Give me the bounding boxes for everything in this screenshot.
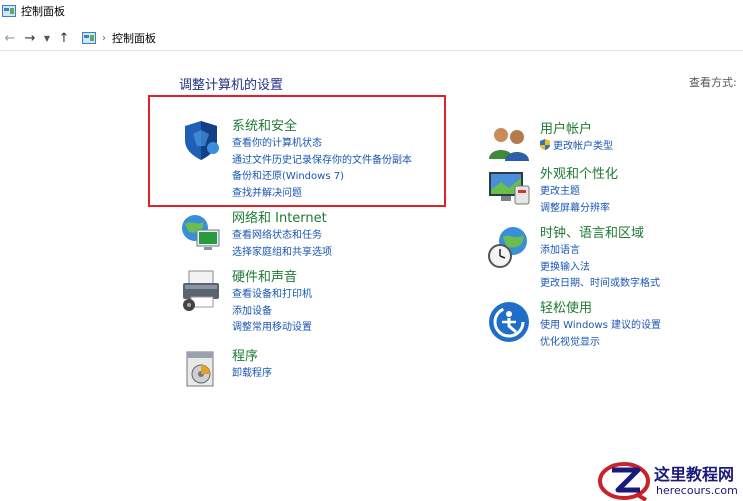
category-title[interactable]: 用户帐户 (540, 121, 613, 139)
category-link[interactable]: 更改主题 (540, 184, 618, 201)
page-title: 调整计算机的设置 (179, 78, 284, 93)
ease-of-access-icon[interactable] (487, 300, 531, 344)
category-title[interactable]: 程序 (232, 348, 272, 366)
category-link[interactable]: 卸载程序 (232, 366, 272, 383)
category-title[interactable]: 时钟、语言和区域 (540, 225, 660, 243)
category-link[interactable]: 使用 Windows 建议的设置 (540, 318, 661, 335)
back-arrow-icon[interactable]: ← (0, 28, 20, 48)
watermark: 这里教程网 herecours.com (596, 460, 743, 501)
view-by-label: 查看方式: (689, 76, 737, 89)
control-panel-icon (2, 5, 16, 17)
window-title: 控制面板 (21, 5, 65, 18)
watermark-url: herecours.com (656, 484, 738, 497)
uac-shield-icon (540, 139, 550, 150)
category-hardware-sound-body: 硬件和声音 查看设备和打印机 添加设备 调整常用移动设置 (232, 269, 312, 337)
category-user-accounts-body: 用户帐户 更改帐户类型 (540, 121, 613, 156)
breadcrumb[interactable]: 控制面板 (112, 30, 156, 46)
forward-arrow-icon[interactable]: → (20, 28, 40, 48)
category-link[interactable]: 更改帐户类型 (540, 139, 613, 156)
category-link[interactable]: 调整常用移动设置 (232, 320, 312, 337)
globe-network-icon[interactable] (179, 210, 223, 254)
programs-disc-icon[interactable] (179, 348, 223, 392)
category-link[interactable]: 更换输入法 (540, 260, 660, 277)
category-link[interactable]: 查看设备和打印机 (232, 287, 312, 304)
category-link[interactable]: 更改日期、时间或数字格式 (540, 276, 660, 293)
category-title[interactable]: 网络和 Internet (232, 210, 332, 228)
highlight-box (148, 95, 446, 207)
category-title[interactable]: 轻松使用 (540, 300, 661, 318)
title-bar: 控制面板 (0, 0, 743, 22)
category-network-internet-body: 网络和 Internet 查看网络状态和任务 选择家庭组和共享选项 (232, 210, 332, 261)
display-personalization-icon[interactable] (487, 166, 531, 210)
category-title[interactable]: 外观和个性化 (540, 166, 618, 184)
watermark-logo-icon (598, 462, 650, 501)
category-appearance-body: 外观和个性化 更改主题 调整屏幕分辨率 (540, 166, 618, 217)
users-icon[interactable] (487, 121, 531, 165)
clock-globe-icon[interactable] (487, 225, 531, 269)
category-link[interactable]: 添加设备 (232, 304, 312, 321)
printer-icon[interactable] (179, 269, 223, 313)
category-link[interactable]: 查看网络状态和任务 (232, 228, 332, 245)
watermark-name: 这里教程网 (654, 465, 735, 484)
category-link-label: 更改帐户类型 (553, 141, 613, 152)
up-arrow-icon[interactable]: ↑ (54, 28, 74, 48)
category-ease-of-access-body: 轻松使用 使用 Windows 建议的设置 优化视觉显示 (540, 300, 661, 351)
category-link[interactable]: 添加语言 (540, 243, 660, 260)
category-link[interactable]: 调整屏幕分辨率 (540, 201, 618, 218)
category-title[interactable]: 硬件和声音 (232, 269, 312, 287)
category-programs-body: 程序 卸载程序 (232, 348, 272, 383)
navigation-bar: ← → ▼ ↑ › 控制面板 (0, 26, 743, 51)
category-clock-language-body: 时钟、语言和区域 添加语言 更换输入法 更改日期、时间或数字格式 (540, 225, 660, 293)
breadcrumb-chevron-icon: › (102, 32, 106, 44)
category-link[interactable]: 优化视觉显示 (540, 335, 661, 352)
address-control-panel-icon (82, 32, 96, 44)
chevron-down-icon[interactable]: ▼ (40, 28, 54, 48)
category-link[interactable]: 选择家庭组和共享选项 (232, 245, 332, 262)
